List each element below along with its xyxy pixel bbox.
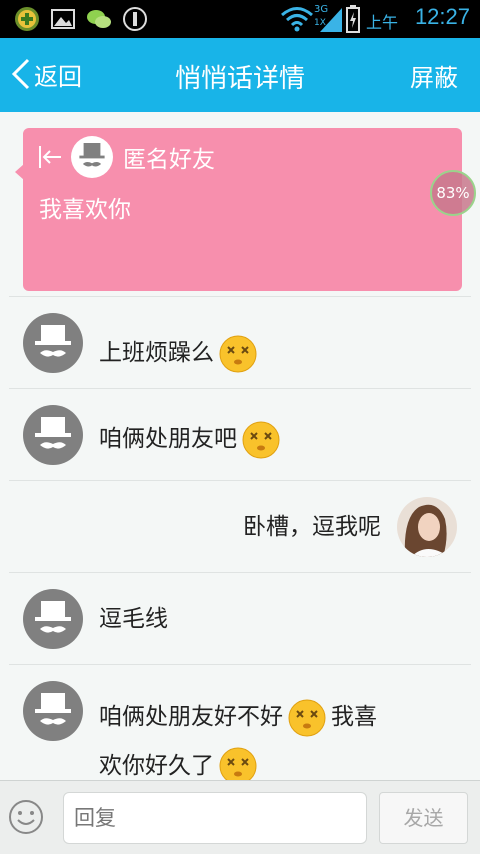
block-button[interactable]: 屏蔽 xyxy=(410,58,458,93)
app-icon xyxy=(123,7,147,31)
message-row: 卧槽，逗我呢 xyxy=(9,480,471,572)
friend-avatar xyxy=(23,681,83,741)
reply-bar: 发送 xyxy=(0,780,480,854)
card-message: 我喜欢你 xyxy=(39,197,131,223)
message-row: 上班烦躁么 xyxy=(9,296,471,388)
dizzy-face-emoji-icon xyxy=(219,335,257,372)
hat-mask-icon xyxy=(79,143,105,167)
exit-icon[interactable] xyxy=(37,144,63,170)
dizzy-face-emoji-icon xyxy=(242,421,280,458)
message-text: 上班烦躁么 xyxy=(99,333,258,374)
friend-avatar xyxy=(23,405,83,465)
add-app-icon xyxy=(15,7,39,31)
message-text: 逗毛线 xyxy=(99,606,168,632)
message-row: 咱俩处朋友吧 xyxy=(9,388,471,480)
friend-avatar xyxy=(23,589,83,649)
wifi-icon xyxy=(281,7,313,32)
progress-overlay[interactable]: 83% xyxy=(430,170,476,216)
hat-mask-icon xyxy=(35,325,71,357)
sender-name: 匿名好友 xyxy=(123,147,215,173)
page-title: 悄悄话详情 xyxy=(174,64,305,94)
friend-avatar xyxy=(23,313,83,373)
smiley-icon[interactable] xyxy=(7,798,45,836)
status-bar: 3G 1X 上午 12:27 xyxy=(0,0,480,38)
dizzy-face-emoji-icon xyxy=(288,699,326,736)
send-button[interactable]: 发送 xyxy=(379,792,468,844)
message-row: 咱俩处朋友好不好 我喜 欢你好久了 xyxy=(9,664,471,785)
whisper-card: 匿名好友 我喜欢你 xyxy=(23,128,462,291)
hat-mask-icon xyxy=(35,417,71,449)
hat-mask-icon xyxy=(35,693,71,725)
reply-input[interactable] xyxy=(63,792,367,844)
message-text: 卧槽，逗我呢 xyxy=(243,514,381,540)
wechat-icon xyxy=(87,10,111,28)
message-text: 咱俩处朋友吧 xyxy=(99,419,281,460)
hat-mask-icon xyxy=(35,601,71,633)
status-ampm: 上午 xyxy=(365,13,398,32)
anonymous-avatar xyxy=(71,136,113,178)
battery-charging-icon xyxy=(346,5,360,33)
message-row: 逗毛线 xyxy=(9,572,471,664)
signal-icon xyxy=(320,8,342,32)
user-photo-icon xyxy=(397,497,457,557)
title-bar: 返回 悄悄话详情 屏蔽 xyxy=(0,38,480,112)
status-time: 12:27 xyxy=(414,4,470,29)
gallery-icon xyxy=(51,9,75,29)
my-avatar xyxy=(397,497,457,557)
